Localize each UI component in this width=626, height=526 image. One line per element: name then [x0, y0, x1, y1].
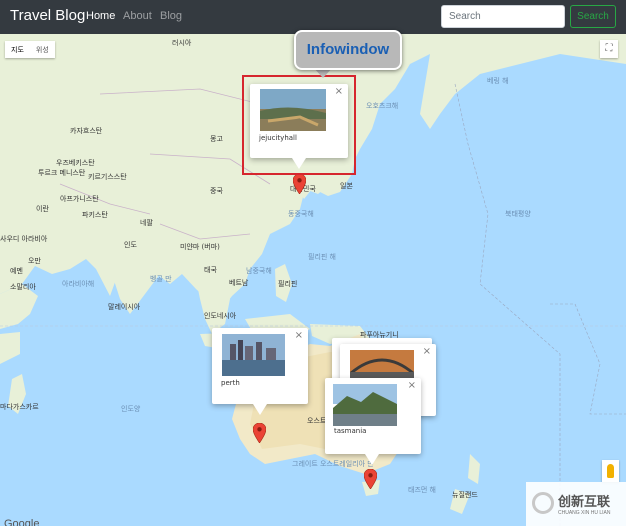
label-north-pacific: 북태평양 [505, 210, 531, 218]
map-type-control: 지도 위성 [5, 41, 55, 58]
label-nepal: 네팔 [140, 219, 153, 227]
streetview-pegman-icon[interactable] [602, 460, 619, 482]
label-indian-ocean: 인도양 [121, 405, 141, 413]
infowindow-caption: tasmania [334, 427, 367, 435]
label-bengal: 벵골 만 [150, 275, 172, 283]
close-icon[interactable]: × [408, 380, 416, 391]
label-okhotsk: 오호츠크해 [366, 102, 399, 110]
infowindow-callout: Infowindow [294, 30, 402, 70]
search-input[interactable] [441, 5, 565, 28]
infowindow-perth[interactable]: × perth [212, 328, 308, 415]
nav-home-link[interactable]: Home [86, 10, 115, 22]
label-myanmar: 미얀마 (버마) [180, 243, 220, 251]
nav-about-link[interactable]: About [123, 10, 152, 22]
label-china: 중국 [210, 187, 223, 195]
sydney-photo [350, 350, 414, 378]
label-vietnam: 베트남 [229, 279, 249, 287]
marker-perth-icon[interactable] [253, 423, 266, 443]
label-australia: 오스트 [307, 417, 327, 425]
label-thailand: 태국 [204, 266, 217, 274]
label-kyrgyzstan: 키르기스스탄 [88, 173, 127, 181]
label-tasman: 태즈먼 해 [408, 486, 436, 494]
marker-jeju-icon[interactable] [293, 174, 306, 194]
infowindow-tail [253, 404, 267, 415]
label-nz: 뉴질랜드 [452, 491, 478, 499]
label-arabian: 아라비아해 [62, 280, 95, 288]
map-type-satellite-button[interactable]: 위성 [30, 41, 55, 58]
label-afghanistan: 아프가니스탄 [60, 195, 99, 203]
infowindow-tail [365, 454, 379, 465]
label-great-bight: 그레이트 오스트레일리아 만 [292, 460, 374, 468]
label-oman: 오만 [28, 257, 41, 265]
label-bering: 베링 해 [487, 77, 509, 85]
watermark-title: 创新互联 [558, 495, 611, 510]
label-somalia: 소말리아 [10, 283, 36, 291]
tasmania-photo [333, 384, 397, 426]
map-type-map-button[interactable]: 지도 [5, 41, 30, 58]
brand-link[interactable]: Travel Blog [10, 7, 85, 24]
label-mongolia: 몽고 [210, 135, 223, 143]
label-indonesia: 인도네시아 [204, 312, 237, 320]
label-india: 인도 [124, 241, 137, 249]
search-button[interactable]: Search [570, 5, 616, 28]
infowindow-tasmania[interactable]: × tasmania [325, 378, 421, 465]
label-south-china-sea: 남중국해 [246, 267, 272, 275]
label-yemen: 예멘 [10, 267, 23, 275]
nav-blog-link[interactable]: Blog [160, 10, 182, 22]
fullscreen-button[interactable]: ⛶ [600, 40, 618, 58]
label-philippine-sea: 필리핀 해 [308, 253, 336, 261]
watermark-subtitle: CHUANG XIN HU LIAN [558, 510, 611, 516]
label-turkmenistan: 투르크 메니스탄 [38, 169, 86, 177]
label-saudi: 사우디 아라비아 [0, 235, 48, 243]
label-uzbekistan: 우즈베키스탄 [56, 159, 95, 167]
watermark-logo: 创新互联 CHUANG XIN HU LIAN [526, 482, 626, 526]
label-pakistan: 파키스탄 [82, 211, 108, 219]
marker-tasmania-icon[interactable] [364, 469, 377, 489]
label-russia: 러시아 [172, 39, 192, 47]
watermark-circle-icon [532, 492, 554, 514]
perth-photo [222, 334, 285, 376]
label-iran: 이란 [36, 205, 49, 213]
highlight-box [242, 75, 356, 175]
label-east-sea: 동중국해 [288, 210, 314, 218]
label-japan: 일본 [340, 182, 353, 190]
close-icon[interactable]: × [295, 330, 303, 341]
infowindow-caption: perth [221, 379, 240, 387]
label-malaysia: 말레이시아 [108, 303, 141, 311]
label-madagascar: 마다가스카르 [0, 403, 39, 411]
google-logo: Google [4, 518, 40, 526]
label-kazakhstan: 카자흐스탄 [70, 127, 103, 135]
label-philippines: 필리핀 [278, 280, 298, 288]
close-icon[interactable]: × [423, 346, 431, 357]
navbar: Travel Blog Home About Blog Search [0, 0, 626, 34]
